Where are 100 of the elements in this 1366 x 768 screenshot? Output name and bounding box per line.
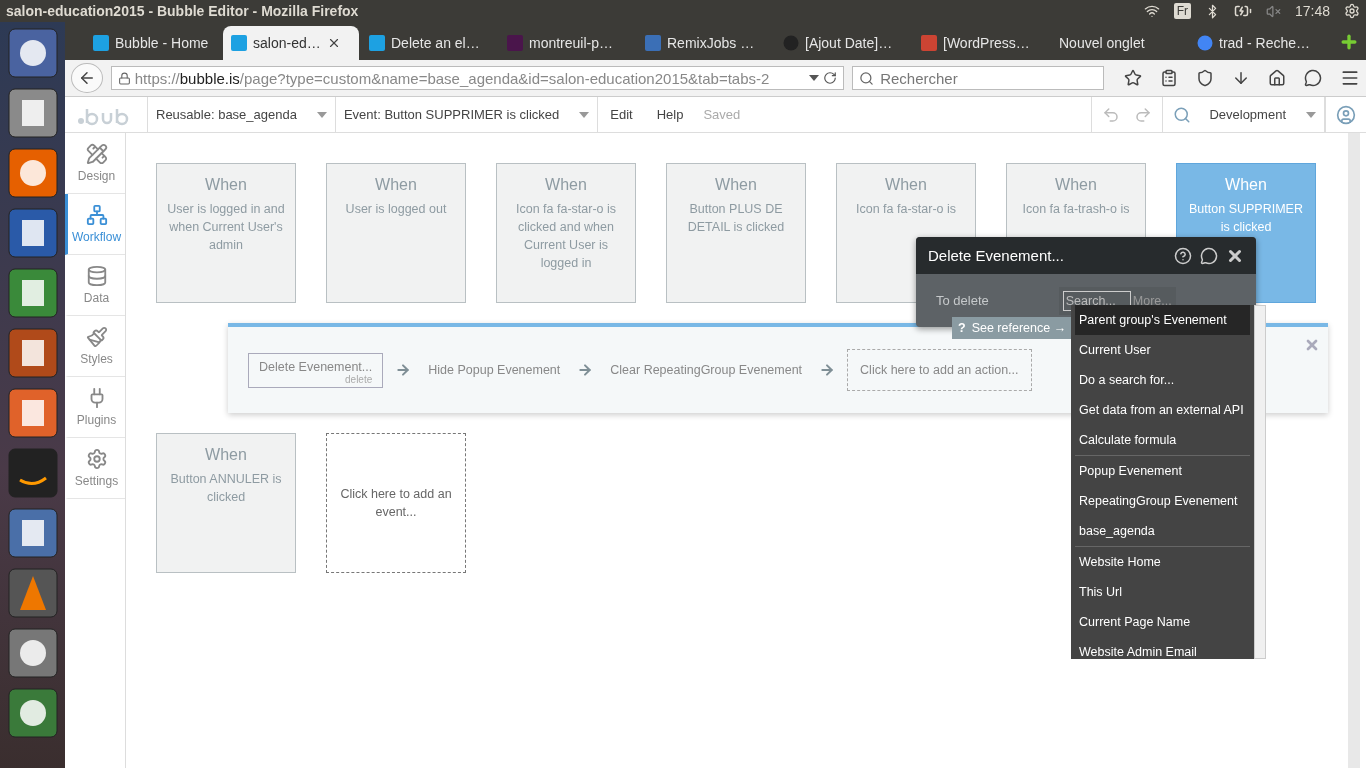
reload-icon[interactable] — [823, 71, 838, 85]
add-event-text: Click here to add an event... — [339, 486, 453, 521]
search-icon[interactable] — [1173, 105, 1192, 124]
event-dropdown[interactable]: Event: Button SUPPRIMER is clicked — [335, 97, 599, 132]
dropdown-item[interactable]: Website Admin Email — [1075, 637, 1250, 659]
event-title: When — [715, 176, 757, 194]
sidebar-label: Design — [77, 169, 116, 183]
event-description: Icon fa fa-trash-o is — [1022, 201, 1130, 218]
favicon-icon — [93, 35, 109, 51]
shield-icon[interactable] — [1196, 69, 1214, 87]
sidebar-tab[interactable]: Styles — [65, 316, 125, 377]
paintbrush-icon — [85, 326, 108, 348]
dropdown-item[interactable]: Current Page Name — [1075, 607, 1250, 637]
clock[interactable]: 17:48 — [1294, 3, 1330, 19]
favicon-icon — [507, 35, 523, 51]
mute-icon[interactable] — [1265, 3, 1281, 19]
action-label: Delete Evenement... — [259, 359, 373, 374]
sidebar-tab[interactable]: Settings — [65, 438, 125, 499]
sidebar-tab[interactable]: Data — [65, 255, 125, 316]
sidebar-label: Data — [83, 291, 110, 305]
settings-icon — [85, 448, 108, 470]
network-icon — [85, 204, 108, 226]
browser-tab[interactable]: montreuil-p… — [499, 26, 635, 60]
pencil-ruler-icon — [85, 143, 108, 165]
settings-icon[interactable] — [1344, 3, 1360, 19]
event-description: User is logged in and when Current User's admin — [166, 201, 286, 254]
wifi-icon[interactable] — [1143, 3, 1160, 19]
favicon-icon — [921, 35, 937, 51]
tab-title: RemixJobs … — [667, 35, 755, 51]
dropdown-item[interactable]: base_agenda — [1075, 516, 1250, 546]
action-type: delete — [345, 373, 373, 385]
dropdown-item[interactable]: Parent group's Evenement — [1075, 305, 1250, 335]
window-title: salon-education2015 - Bubble Editor - Mozilla Firefox — [6, 3, 360, 19]
reusable-dropdown[interactable]: Reusable: base_agenda — [148, 97, 336, 132]
dropdown-item[interactable]: Get data from an external API — [1075, 395, 1250, 425]
add-event-card[interactable]: Click here to add an event... — [326, 433, 466, 573]
url-text: https://bubble.is/page?type=custom&name=base_agenda&id=salon-education2015&tab=tabs-2 — [134, 69, 771, 87]
browser-tab[interactable]: salon-ed… — [223, 26, 359, 60]
download-icon[interactable] — [1232, 69, 1250, 87]
search-field[interactable]: Rechercher — [852, 66, 1104, 90]
tab-title: [WordPress… — [943, 35, 1030, 51]
dropdown-item[interactable]: Website Home — [1075, 547, 1250, 577]
menu-icon[interactable] — [1340, 68, 1360, 88]
browser-tab[interactable]: trad - Reche… — [1189, 26, 1325, 60]
star-icon[interactable] — [1124, 69, 1142, 87]
dropdown-item[interactable]: RepeatingGroup Evenement — [1075, 486, 1250, 516]
dropdown-item[interactable]: This Url — [1075, 577, 1250, 607]
user-icon[interactable] — [1336, 104, 1356, 125]
dropdown-item[interactable]: Current User — [1075, 335, 1250, 365]
menu-item[interactable]: Help — [644, 97, 696, 132]
keyboard-layout[interactable]: Fr — [1173, 3, 1191, 19]
dropdown-item[interactable]: Do a search for... — [1075, 365, 1250, 395]
browser-tab[interactable]: [WordPress… — [913, 26, 1049, 60]
browser-tab[interactable]: Bubble - Home — [85, 26, 221, 60]
browser-tab[interactable]: Nouvel onglet — [1051, 26, 1187, 60]
scrollbar[interactable] — [1254, 305, 1266, 659]
tab-title: trad - Reche… — [1219, 35, 1311, 51]
favicon-icon — [645, 35, 661, 51]
search-icon — [859, 70, 875, 86]
sidebar-tab[interactable]: Design — [65, 133, 125, 194]
home-icon[interactable] — [1268, 69, 1286, 87]
event-description: Icon fa fa-star-o is clicked and when Current User is logged in — [514, 201, 617, 272]
dropdown-item[interactable]: Popup Evenement — [1075, 456, 1250, 486]
favicon-icon — [369, 35, 385, 51]
comment-icon[interactable] — [1200, 246, 1218, 265]
plus-icon[interactable] — [1339, 32, 1359, 52]
favicon-icon — [783, 35, 799, 51]
event-description: Icon fa fa-star-o is — [855, 201, 956, 218]
back-button[interactable] — [71, 63, 103, 93]
sidebar-label: Plugins — [76, 413, 117, 427]
event-description: Button PLUS DE DETAIL is clicked — [686, 201, 786, 236]
tab-title: Delete an el… — [391, 35, 480, 51]
help-icon[interactable] — [1174, 246, 1192, 265]
sidebar-label: Workflow — [71, 230, 122, 244]
browser-tab[interactable]: RemixJobs … — [637, 26, 773, 60]
tab-title: [Ajout Date]… — [805, 35, 893, 51]
traffic-cone-icon[interactable] — [7, 568, 58, 618]
chat-icon[interactable] — [1304, 69, 1322, 87]
event-description: User is logged out — [345, 201, 447, 218]
event-description: Button SUPPRIMER is clicked — [1188, 201, 1304, 236]
lock-icon — [117, 71, 131, 85]
tab-title: montreuil-p… — [529, 35, 614, 51]
event-title: When — [1055, 176, 1097, 194]
scrollbar[interactable] — [1348, 133, 1360, 768]
dropdown-item[interactable]: Calculate formula — [1075, 425, 1250, 455]
environment-dropdown[interactable]: Development — [1201, 97, 1325, 132]
save-status: Saved — [702, 106, 742, 124]
browser-tab[interactable]: [Ajout Date]… — [775, 26, 911, 60]
sidebar-label: Settings — [74, 474, 119, 488]
clipboard-icon[interactable] — [1160, 69, 1178, 87]
menu-item[interactable]: Edit — [598, 97, 645, 132]
event-title: When — [885, 176, 927, 194]
favicon-icon — [231, 35, 247, 51]
sidebar-tab[interactable]: Plugins — [65, 377, 125, 438]
browser-tab[interactable]: Delete an el… — [361, 26, 497, 60]
caret-icon — [579, 111, 590, 118]
database-icon — [85, 265, 108, 287]
event-title: When — [375, 176, 417, 194]
event-title: When — [1225, 176, 1267, 194]
address-bar[interactable]: https://bubble.is/page?type=custom&name=base_agenda&id=salon-education2015&tab=tabs-2 — [110, 66, 845, 90]
